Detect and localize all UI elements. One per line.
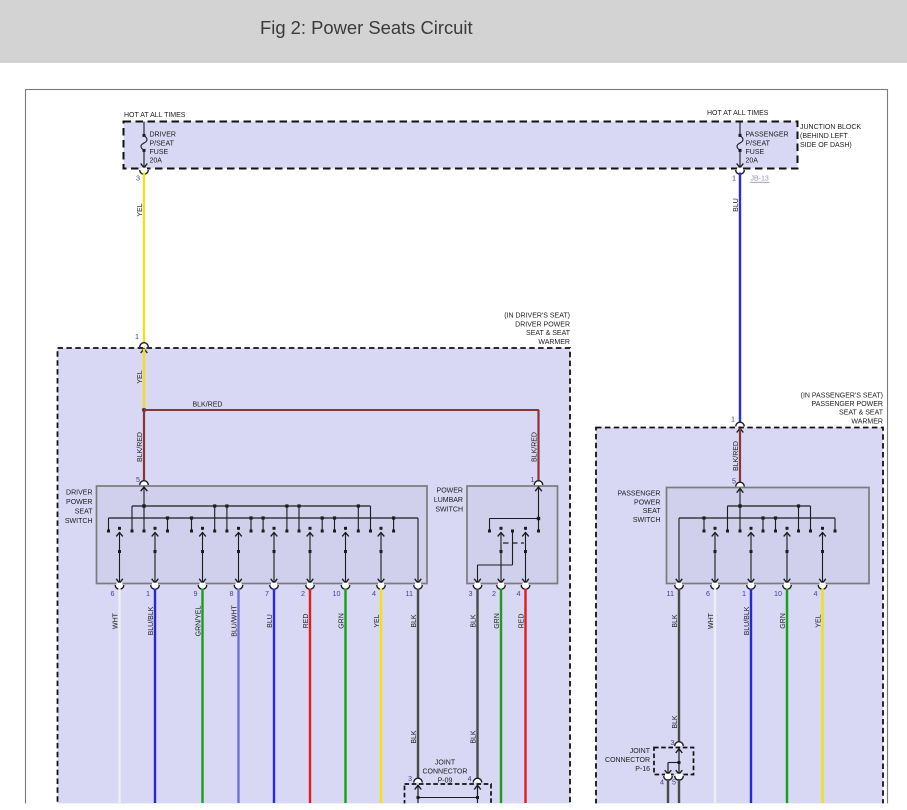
svg-text:JB-13: JB-13: [751, 176, 769, 183]
svg-text:SWITCH: SWITCH: [65, 518, 93, 525]
svg-text:5: 5: [732, 477, 736, 486]
svg-text:POWER: POWER: [437, 488, 463, 495]
svg-text:LUMBAR: LUMBAR: [434, 497, 463, 504]
svg-text:(IN DRIVER'S SEAT): (IN DRIVER'S SEAT): [504, 313, 570, 320]
svg-text:8: 8: [230, 589, 234, 598]
svg-text:GRN: GRN: [780, 613, 787, 629]
svg-text:DRIVER: DRIVER: [150, 132, 176, 139]
svg-text:YEL: YEL: [374, 614, 381, 627]
svg-text:BLK: BLK: [411, 614, 418, 628]
svg-text:5: 5: [672, 778, 676, 787]
svg-text:5: 5: [136, 475, 140, 484]
svg-text:BLK: BLK: [411, 730, 418, 744]
svg-text:BLK/RED: BLK/RED: [532, 432, 539, 462]
svg-text:CONNECTOR: CONNECTOR: [423, 769, 468, 776]
svg-text:JUNCTION BLOCK: JUNCTION BLOCK: [800, 124, 861, 131]
svg-text:POWER: POWER: [634, 499, 660, 506]
svg-text:2: 2: [301, 589, 305, 598]
svg-text:JOINT: JOINT: [435, 760, 456, 767]
svg-text:P-09: P-09: [438, 778, 453, 785]
svg-text:DRIVER POWER: DRIVER POWER: [515, 321, 570, 328]
svg-text:JOINT: JOINT: [630, 748, 651, 755]
svg-text:7: 7: [265, 589, 269, 598]
svg-text:BLK: BLK: [672, 614, 679, 628]
svg-text:4: 4: [814, 589, 818, 598]
svg-text:SEAT & SEAT: SEAT & SEAT: [839, 410, 884, 417]
svg-text:GRN/YEL: GRN/YEL: [196, 606, 203, 637]
svg-text:BLU: BLU: [267, 614, 274, 628]
svg-text:SEAT: SEAT: [643, 508, 661, 515]
svg-text:BLK/RED: BLK/RED: [137, 432, 144, 462]
svg-text:1: 1: [146, 589, 150, 598]
svg-text:FUSE: FUSE: [150, 149, 169, 156]
svg-text:1: 1: [732, 174, 736, 183]
svg-text:20A: 20A: [150, 157, 163, 164]
svg-text:9: 9: [194, 589, 198, 598]
svg-text:SWITCH: SWITCH: [435, 507, 463, 514]
svg-text:RED: RED: [519, 614, 526, 629]
svg-text:BLK: BLK: [471, 614, 478, 628]
svg-text:P-16: P-16: [635, 766, 650, 773]
svg-text:PASSENGER POWER: PASSENGER POWER: [812, 401, 883, 408]
svg-text:SEAT: SEAT: [75, 509, 93, 516]
svg-text:SEAT & SEAT: SEAT & SEAT: [526, 330, 571, 337]
svg-text:BLU/BLK: BLU/BLK: [148, 606, 155, 635]
svg-text:BLK: BLK: [672, 715, 679, 729]
svg-text:YEL: YEL: [137, 203, 144, 216]
svg-text:BLK/RED: BLK/RED: [193, 402, 223, 409]
svg-text:2: 2: [492, 589, 496, 598]
svg-text:P/SEAT: P/SEAT: [746, 140, 771, 147]
svg-text:(BEHIND LEFT: (BEHIND LEFT: [800, 133, 849, 140]
svg-text:YEL: YEL: [816, 614, 823, 627]
svg-text:FUSE: FUSE: [746, 149, 765, 156]
svg-text:3: 3: [671, 738, 675, 747]
svg-text:WARMER: WARMER: [851, 418, 883, 425]
svg-text:BLK: BLK: [471, 730, 478, 744]
svg-text:6: 6: [706, 589, 710, 598]
svg-text:11: 11: [406, 589, 413, 598]
svg-text:POWER: POWER: [66, 499, 92, 506]
svg-text:CONNECTOR: CONNECTOR: [605, 757, 650, 764]
svg-text:WHT: WHT: [708, 612, 715, 629]
svg-text:1: 1: [742, 589, 746, 598]
svg-text:RED: RED: [303, 614, 310, 629]
svg-text:BLU: BLU: [733, 198, 740, 212]
svg-text:WARMER: WARMER: [538, 339, 570, 346]
svg-text:3: 3: [408, 776, 412, 783]
svg-text:4: 4: [660, 778, 664, 787]
svg-text:10: 10: [333, 589, 341, 598]
svg-text:PASSENGER: PASSENGER: [746, 132, 789, 139]
svg-text:PASSENGER: PASSENGER: [617, 491, 660, 498]
svg-text:4: 4: [372, 589, 376, 598]
svg-text:6: 6: [111, 589, 115, 598]
svg-text:BLK/RED: BLK/RED: [733, 441, 740, 471]
svg-text:BLU/BLK: BLU/BLK: [744, 606, 751, 635]
svg-text:1: 1: [135, 332, 139, 341]
svg-text:20A: 20A: [746, 157, 759, 164]
svg-text:10: 10: [774, 589, 782, 598]
svg-text:GRN: GRN: [339, 613, 346, 629]
svg-text:DRIVER: DRIVER: [66, 490, 92, 497]
svg-text:SIDE OF DASH): SIDE OF DASH): [800, 142, 852, 149]
svg-text:HOT AT ALL TIMES: HOT AT ALL TIMES: [124, 112, 186, 119]
svg-text:3: 3: [136, 174, 140, 183]
svg-text:YEL: YEL: [137, 370, 144, 383]
svg-text:GRN: GRN: [494, 613, 501, 629]
svg-text:P/SEAT: P/SEAT: [150, 140, 175, 147]
svg-text:SWITCH: SWITCH: [633, 517, 661, 524]
svg-text:11: 11: [667, 589, 674, 598]
svg-text:(IN PASSENGER'S SEAT): (IN PASSENGER'S SEAT): [801, 393, 883, 400]
svg-text:BLU/WHT: BLU/WHT: [232, 605, 239, 637]
svg-text:Fig 2: Power Seats Circuit: Fig 2: Power Seats Circuit: [260, 17, 473, 38]
svg-text:4: 4: [517, 589, 521, 598]
svg-text:1: 1: [731, 415, 735, 424]
svg-text:3: 3: [469, 589, 473, 598]
svg-text:4: 4: [468, 776, 472, 783]
svg-text:1: 1: [531, 475, 535, 484]
svg-text:WHT: WHT: [113, 612, 120, 629]
svg-text:HOT AT ALL TIMES: HOT AT ALL TIMES: [707, 110, 769, 117]
